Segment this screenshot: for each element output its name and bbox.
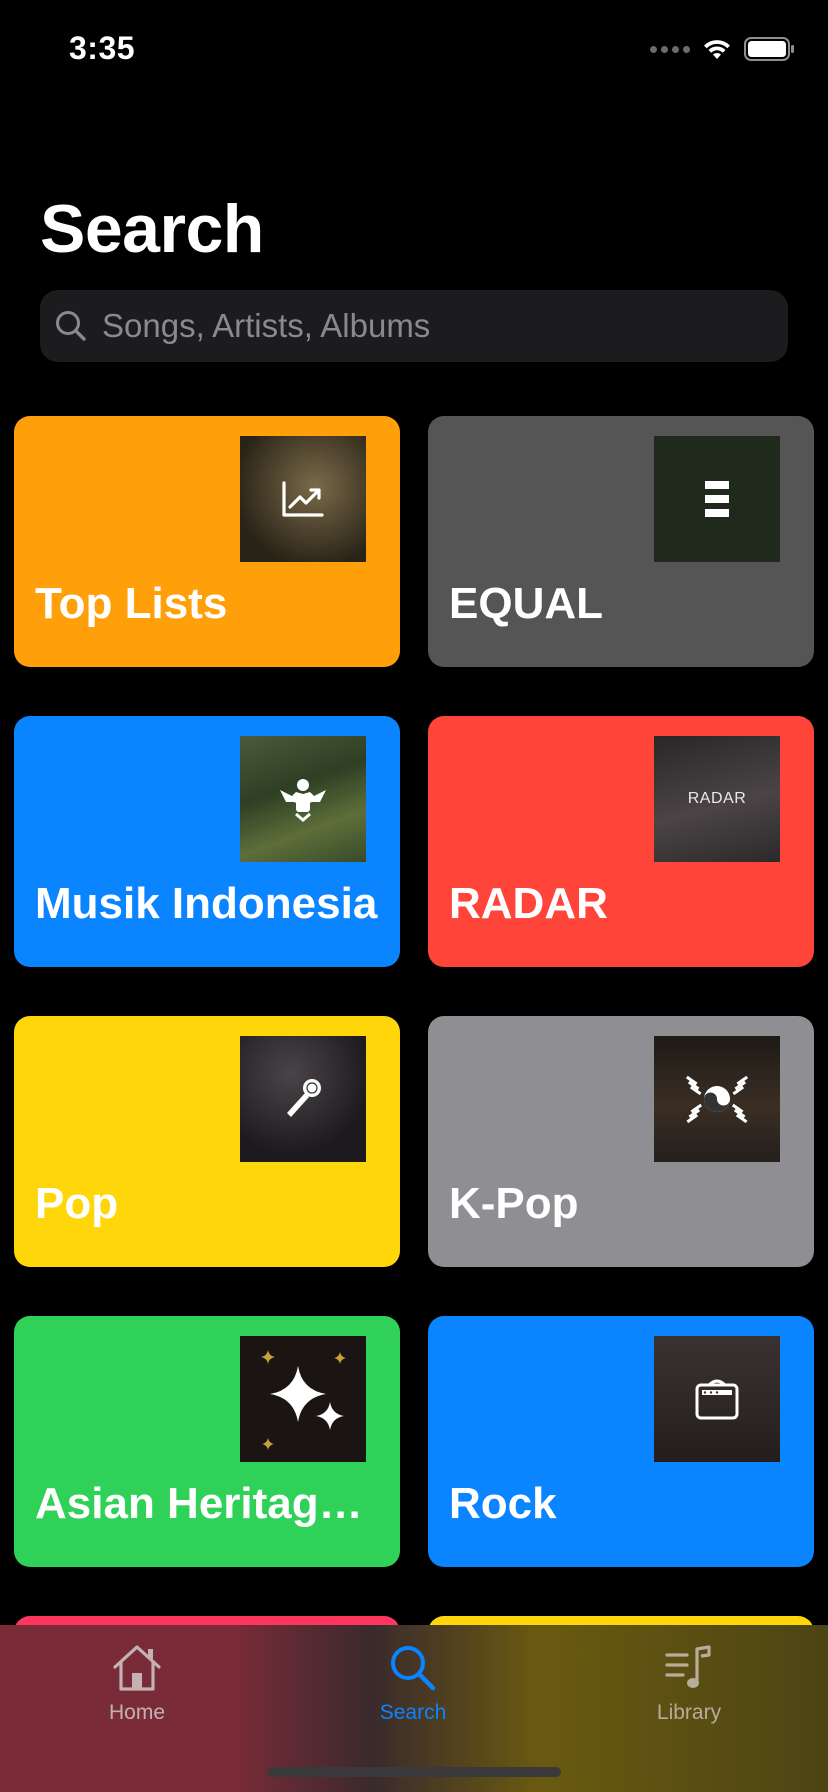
category-card-k-pop[interactable]: K-Pop: [428, 1016, 814, 1267]
tab-search[interactable]: Search: [313, 1643, 513, 1725]
tab-home[interactable]: Home: [37, 1643, 237, 1725]
wifi-icon: [704, 40, 730, 59]
category-card-asian-heritage[interactable]: Asian Heritage…: [14, 1316, 400, 1567]
category-label: EQUAL: [449, 579, 603, 628]
category-art: [654, 436, 780, 562]
amplifier-icon: [695, 1379, 739, 1420]
category-art: [240, 436, 366, 562]
category-label: Musik Indonesia: [35, 879, 378, 928]
category-label: Rock: [449, 1479, 557, 1528]
search-input[interactable]: [100, 306, 744, 346]
category-art: RADAR: [654, 736, 780, 862]
category-art: [654, 1036, 780, 1162]
status-bar: 3:35: [0, 0, 828, 100]
tab-label: Library: [656, 1701, 722, 1724]
radar-text-art: RADAR: [687, 790, 747, 807]
page-title: Search: [40, 191, 264, 267]
category-label: Top Lists: [35, 579, 228, 628]
equal-bars-icon: [705, 481, 729, 517]
tab-library[interactable]: Library: [589, 1643, 789, 1725]
status-icons: [650, 36, 796, 62]
category-card-pop[interactable]: Pop: [14, 1016, 400, 1267]
category-label: K-Pop: [449, 1179, 579, 1228]
search-icon: [54, 309, 88, 343]
category-card-top-lists[interactable]: Top Lists: [14, 416, 400, 667]
category-art: [240, 1036, 366, 1162]
category-art: [240, 736, 366, 862]
category-art: [654, 1336, 780, 1462]
search-icon: [391, 1646, 436, 1691]
home-indicator: [267, 1767, 561, 1777]
category-label: Pop: [35, 1179, 119, 1228]
home-icon: [113, 1645, 161, 1691]
search-bar[interactable]: [40, 290, 788, 362]
category-card-equal[interactable]: EQUAL: [428, 416, 814, 667]
category-label: RADAR: [449, 879, 608, 928]
status-time: 3:35: [69, 30, 136, 66]
garuda-emblem-icon: [280, 779, 326, 822]
battery-icon: [744, 37, 794, 61]
taegeuk-icon: [685, 1075, 749, 1124]
library-icon: [665, 1645, 711, 1688]
cellular-signal-icon: [650, 45, 690, 53]
category-card-rock[interactable]: Rock: [428, 1316, 814, 1567]
chart-trend-icon: [282, 481, 324, 517]
category-card-musik-indonesia[interactable]: Musik Indonesia: [14, 716, 400, 967]
category-card-radar[interactable]: RADAR RADAR: [428, 716, 814, 967]
category-art: [240, 1336, 366, 1462]
microphone-icon: [287, 1079, 321, 1117]
tab-label: Search: [379, 1701, 447, 1724]
category-label: Asian Heritage…: [35, 1479, 380, 1528]
tab-label: Home: [108, 1701, 166, 1724]
sparkles-icon: [261, 1350, 346, 1450]
